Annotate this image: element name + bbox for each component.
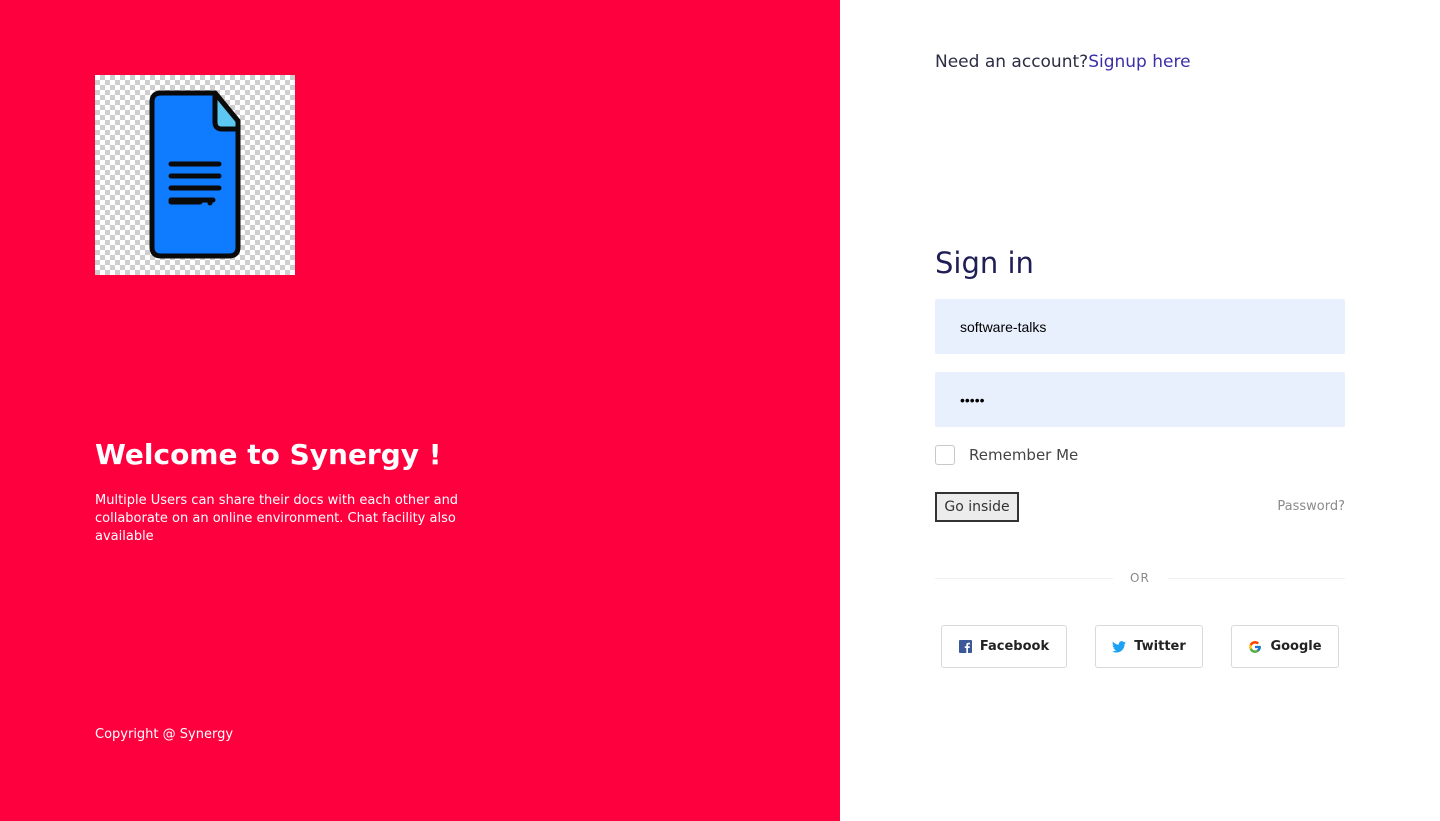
copyright: Copyright @ Synergy <box>95 727 234 742</box>
google-label: Google <box>1270 639 1322 654</box>
google-icon <box>1248 640 1262 654</box>
app-description: Multiple Users can share their docs with… <box>95 493 459 544</box>
forgot-password-link[interactable]: Password? <box>1277 499 1345 514</box>
remember-checkbox[interactable] <box>935 445 955 465</box>
submit-button[interactable]: Go inside <box>935 492 1019 522</box>
page-title: Sign in <box>935 246 1034 280</box>
twitter-label: Twitter <box>1134 639 1186 654</box>
divider <box>935 578 1113 579</box>
signin-panel: Need an account?Signup here Sign in Reme… <box>840 0 1440 821</box>
logo <box>95 75 295 275</box>
facebook-label: Facebook <box>979 639 1050 654</box>
document-icon <box>149 90 241 259</box>
twitter-login-button[interactable]: Twitter <box>1095 625 1203 668</box>
remember-label: Remember Me <box>969 446 1079 464</box>
welcome-title: Welcome to Synergy ! <box>95 438 442 471</box>
password-input[interactable] <box>935 372 1345 427</box>
or-label: OR <box>1130 571 1150 585</box>
divider <box>1168 578 1345 579</box>
remember-me: Remember Me <box>935 445 1078 465</box>
facebook-icon <box>958 640 972 653</box>
branding-panel: Welcome to Synergy ! Multiple Users can … <box>0 0 840 821</box>
signup-prompt: Need an account?Signup here <box>935 52 1191 72</box>
google-login-button[interactable]: Google <box>1231 625 1339 668</box>
facebook-login-button[interactable]: Facebook <box>941 625 1067 668</box>
username-input[interactable] <box>935 299 1345 354</box>
twitter-icon <box>1112 640 1127 653</box>
signup-link[interactable]: Signup here <box>1088 52 1190 72</box>
need-account-text: Need an account? <box>935 52 1089 72</box>
